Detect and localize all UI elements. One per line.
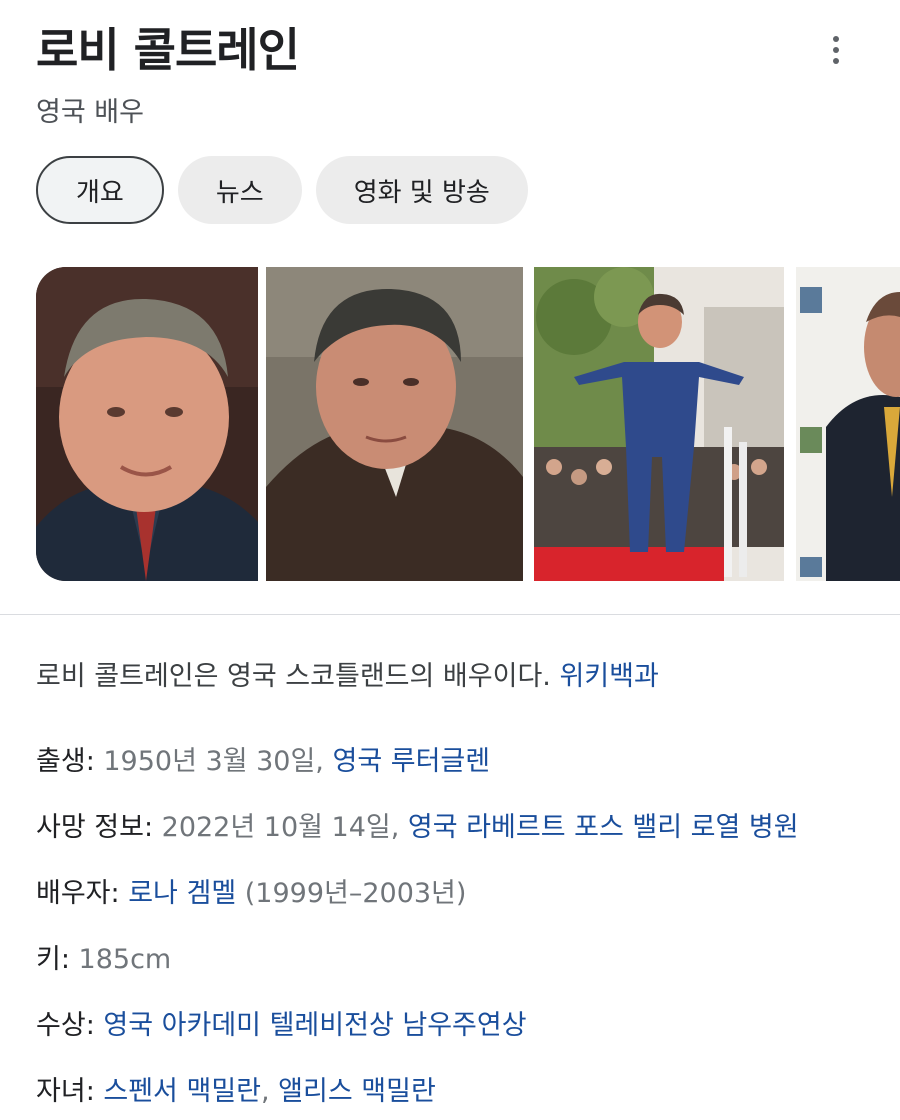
fact-value: 185cm (78, 944, 172, 975)
tab-bar: 개요 뉴스 영화 및 방송 (36, 156, 528, 224)
child-link-1[interactable]: 스펜서 맥밀란 (103, 1076, 261, 1107)
fact-spouse: 배우자: 로나 겜멜 (1999년–2003년) (36, 878, 467, 909)
fact-separator: , (261, 1076, 279, 1107)
more-vert-icon (833, 47, 839, 53)
fact-children: 자녀: 스펜서 맥밀란, 앨리스 맥밀란 (36, 1076, 436, 1107)
fact-label: 배우자 (36, 878, 111, 909)
fact-label: 자녀 (36, 1076, 86, 1107)
spouse-link[interactable]: 로나 겜멜 (128, 878, 236, 909)
page-title: 로비 콜트레인 (36, 23, 300, 77)
description: 로비 콜트레인은 영국 스코틀랜드의 배우이다. 위키백과 (36, 654, 659, 693)
photo-event[interactable] (796, 267, 900, 581)
fact-born: 출생: 1950년 3월 30일, 영국 루터글렌 (36, 746, 491, 777)
photo-portrait-1[interactable] (36, 267, 258, 581)
photo-red-carpet[interactable] (534, 267, 784, 581)
more-vert-icon (833, 58, 839, 64)
photo-portrait-2[interactable] (266, 267, 523, 581)
image-gallery (36, 267, 900, 581)
section-divider (0, 614, 900, 615)
fact-death: 사망 정보: 2022년 10월 14일, 영국 라베르트 포스 밸리 로열 병… (36, 812, 799, 843)
fact-value: 2022년 10월 14일, (161, 812, 408, 843)
page-subtitle: 영국 배우 (36, 97, 144, 128)
tab-overview[interactable]: 개요 (36, 156, 164, 224)
fact-height: 키: 185cm (36, 944, 172, 975)
tab-movies-tv[interactable]: 영화 및 방송 (315, 156, 528, 224)
fact-label: 출생 (36, 746, 86, 777)
description-text: 로비 콜트레인은 영국 스코틀랜드의 배우이다. (36, 661, 551, 692)
more-options-button[interactable] (818, 28, 854, 72)
tab-news[interactable]: 뉴스 (177, 156, 302, 224)
wikipedia-link[interactable]: 위키백과 (559, 661, 658, 692)
fact-awards: 수상: 영국 아카데미 텔레비전상 남우주연상 (36, 1010, 527, 1041)
fact-label: 수상 (36, 1010, 86, 1041)
award-link[interactable]: 영국 아카데미 텔레비전상 남우주연상 (103, 1010, 526, 1041)
death-place-link[interactable]: 영국 라베르트 포스 밸리 로열 병원 (408, 812, 799, 843)
fact-label: 사망 정보 (36, 812, 144, 843)
fact-value: 1950년 3월 30일, (103, 746, 333, 777)
child-link-2[interactable]: 앨리스 맥밀란 (278, 1076, 436, 1107)
fact-label: 키 (36, 944, 61, 975)
fact-value: (1999년–2003년) (236, 878, 467, 909)
more-vert-icon (833, 36, 839, 42)
birthplace-link[interactable]: 영국 루터글렌 (332, 746, 490, 777)
